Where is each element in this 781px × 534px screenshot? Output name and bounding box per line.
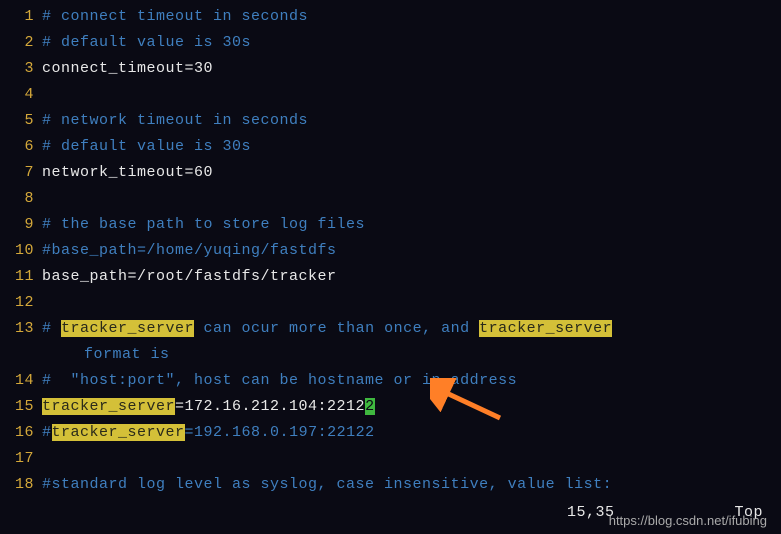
- search-match: tracker_server: [52, 424, 185, 441]
- code-line: 12: [0, 290, 781, 316]
- config-text: network_timeout=60: [42, 160, 213, 186]
- comment-text: #standard log level as syslog, case inse…: [42, 472, 612, 498]
- code-line: 3connect_timeout=30: [0, 56, 781, 82]
- comment-text: # "host:port", host can be hostname or i…: [42, 368, 517, 394]
- config-text: base_path=/root/fastdfs/tracker: [42, 264, 337, 290]
- code-line: 11base_path=/root/fastdfs/tracker: [0, 264, 781, 290]
- config-text: connect_timeout=30: [42, 56, 213, 82]
- code-line: 1# connect timeout in seconds: [0, 4, 781, 30]
- comment-text: format is: [42, 342, 170, 368]
- code-line: 2# default value is 30s: [0, 30, 781, 56]
- line-number: 5: [0, 108, 42, 134]
- line-number: 9: [0, 212, 42, 238]
- code-line: 6# default value is 30s: [0, 134, 781, 160]
- search-match: tracker_server: [61, 320, 194, 337]
- comment-text: # network timeout in seconds: [42, 108, 308, 134]
- line-number: 14: [0, 368, 42, 394]
- line-number: 11: [0, 264, 42, 290]
- code-line: 10#base_path=/home/yuqing/fastdfs: [0, 238, 781, 264]
- code-line: 18#standard log level as syslog, case in…: [0, 472, 781, 498]
- line-number: 17: [0, 446, 42, 472]
- comment-text: # default value is 30s: [42, 30, 251, 56]
- code-line: 13# tracker_server can ocur more than on…: [0, 316, 781, 342]
- comment-text: #tracker_server=192.168.0.197:22122: [42, 420, 375, 446]
- search-match: tracker_server: [479, 320, 612, 337]
- line-number: 13: [0, 316, 42, 342]
- code-line: 7network_timeout=60: [0, 160, 781, 186]
- comment-text: # default value is 30s: [42, 134, 251, 160]
- comment-text: # connect timeout in seconds: [42, 4, 308, 30]
- cursor: 2: [365, 398, 375, 415]
- line-number: 3: [0, 56, 42, 82]
- code-line: 4: [0, 82, 781, 108]
- line-number: 12: [0, 290, 42, 316]
- line-number: 10: [0, 238, 42, 264]
- line-number: [0, 342, 42, 368]
- comment-text: # the base path to store log files: [42, 212, 365, 238]
- cursor-position: 15,35: [567, 504, 615, 521]
- code-line: 16#tracker_server=192.168.0.197:22122: [0, 420, 781, 446]
- line-number: 8: [0, 186, 42, 212]
- line-number: 2: [0, 30, 42, 56]
- line-number: 4: [0, 82, 42, 108]
- code-line: 9# the base path to store log files: [0, 212, 781, 238]
- code-line: 17: [0, 446, 781, 472]
- code-line: 14# "host:port", host can be hostname or…: [0, 368, 781, 394]
- watermark: https://blog.csdn.net/ifubing: [609, 513, 767, 528]
- line-number: 7: [0, 160, 42, 186]
- code-line: 8: [0, 186, 781, 212]
- search-match: tracker_server: [42, 398, 175, 415]
- config-text: tracker_server=172.16.212.104:22122: [42, 394, 375, 420]
- line-number: 18: [0, 472, 42, 498]
- code-line: 15tracker_server=172.16.212.104:22122: [0, 394, 781, 420]
- line-number: 6: [0, 134, 42, 160]
- comment-text: # tracker_server can ocur more than once…: [42, 316, 612, 342]
- line-number: 15: [0, 394, 42, 420]
- line-number: 1: [0, 4, 42, 30]
- code-editor[interactable]: 1# connect timeout in seconds 2# default…: [0, 0, 781, 502]
- code-line-wrap: format is: [0, 342, 781, 368]
- code-line: 5# network timeout in seconds: [0, 108, 781, 134]
- line-number: 16: [0, 420, 42, 446]
- comment-text: #base_path=/home/yuqing/fastdfs: [42, 238, 337, 264]
